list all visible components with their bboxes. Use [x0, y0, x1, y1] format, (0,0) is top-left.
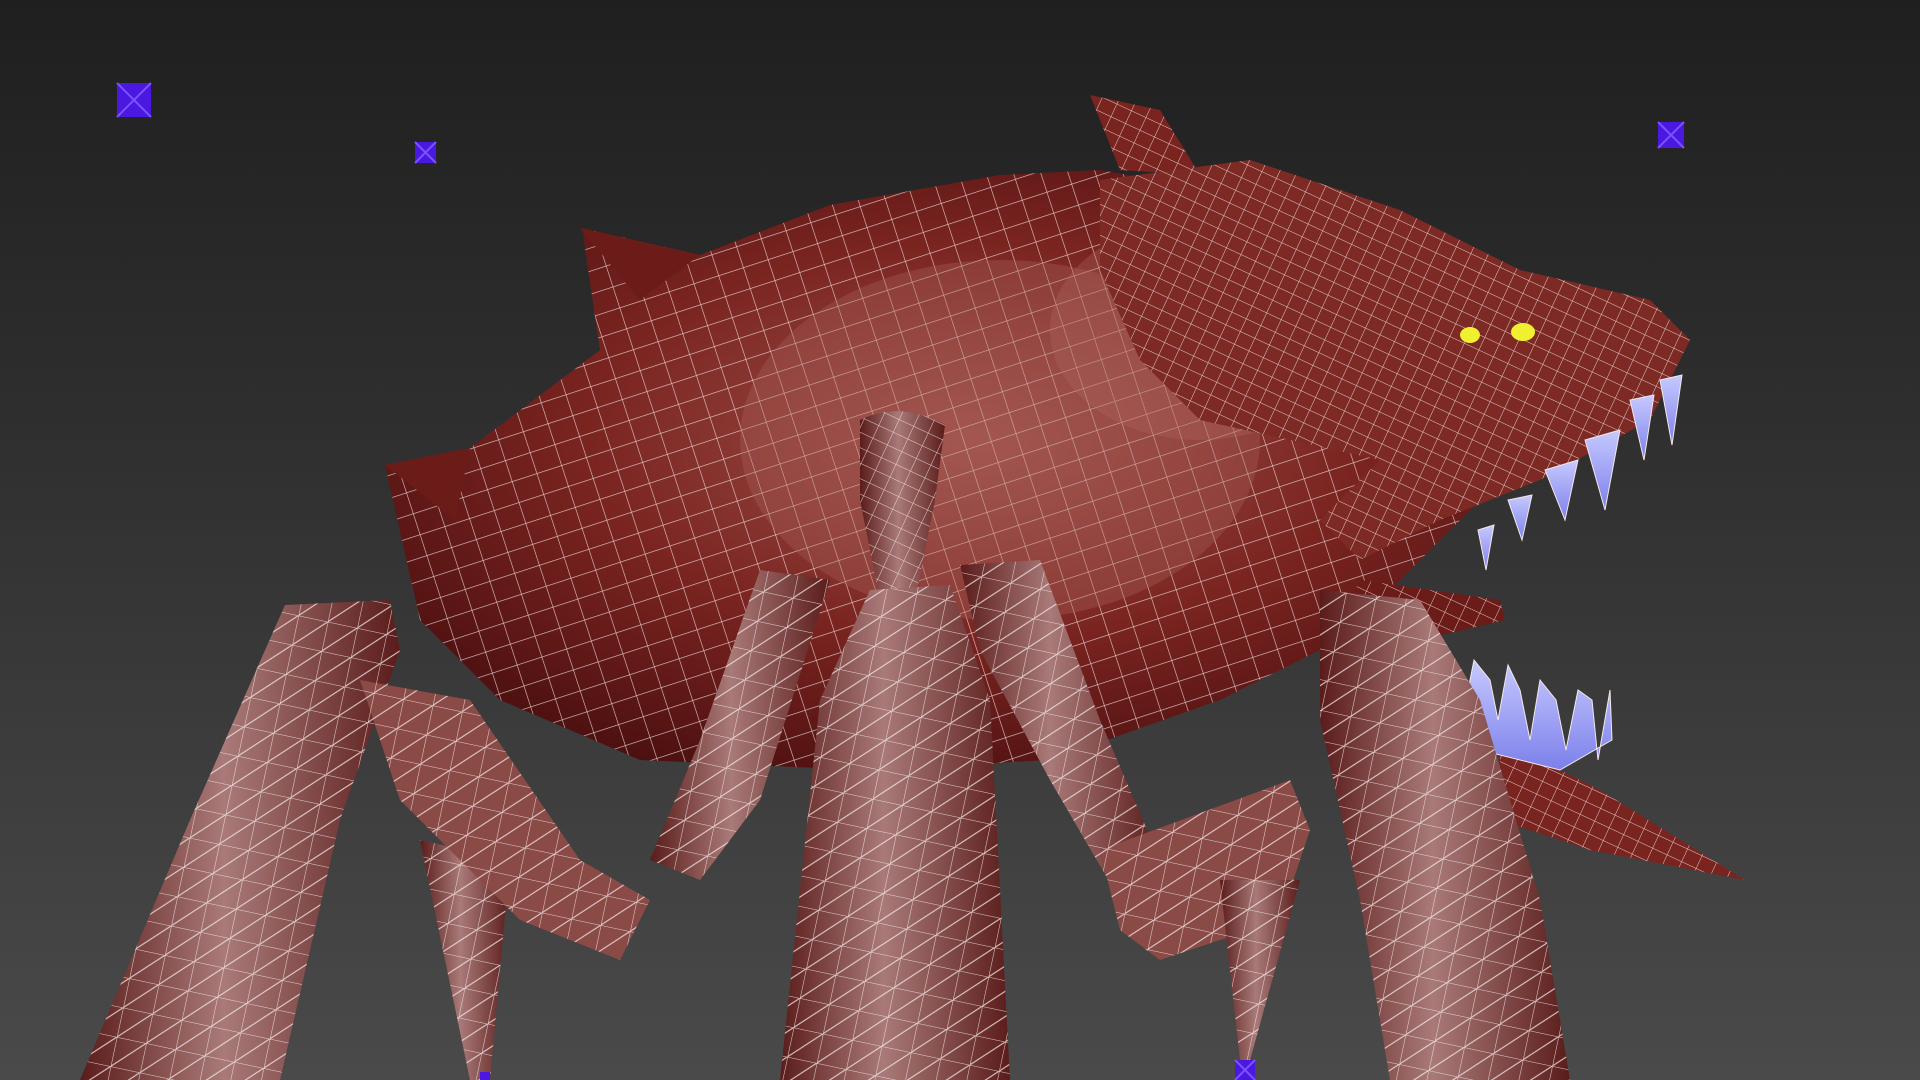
helper-dummy-icon[interactable] — [1657, 121, 1685, 149]
tooth-icon — [1477, 524, 1495, 571]
tooth-icon — [1584, 429, 1621, 511]
tooth-icon — [1659, 374, 1683, 446]
helper-dummy-icon[interactable] — [116, 82, 152, 118]
helper-dummy-icon[interactable] — [1234, 1059, 1256, 1080]
tooth-icon — [1544, 459, 1579, 522]
3d-viewport[interactable] — [0, 0, 1920, 1080]
helper-dummy-icon[interactable] — [480, 1072, 490, 1080]
scene-render[interactable] — [0, 0, 1920, 1080]
tooth-icon — [1507, 494, 1533, 542]
eye-right-icon — [1511, 323, 1535, 341]
eye-left-icon — [1460, 327, 1480, 343]
helper-dummy-icon[interactable] — [414, 141, 437, 164]
